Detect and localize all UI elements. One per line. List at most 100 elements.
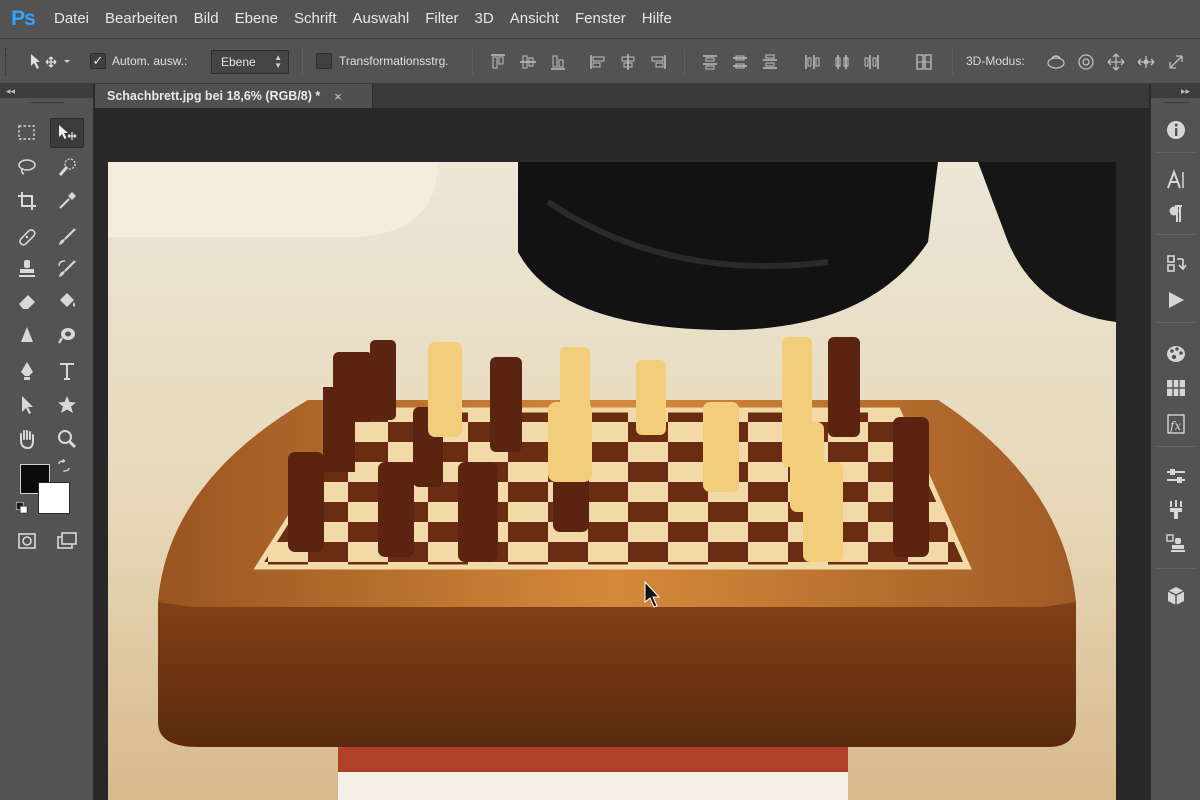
custom-shape-tool[interactable]: [50, 390, 84, 420]
canvas-area[interactable]: [95, 108, 1149, 800]
dock-collapse-bar[interactable]: ▸▸: [1151, 84, 1200, 98]
menu-ansicht[interactable]: Ansicht: [502, 0, 567, 38]
chessboard-photo: [108, 162, 1116, 800]
eraser-tool[interactable]: [10, 286, 44, 316]
3d-rotate-icon[interactable]: [1046, 52, 1066, 72]
auto-select-checkbox[interactable]: ✓: [90, 53, 106, 69]
transform-controls-checkbox[interactable]: [316, 53, 332, 69]
screen-mode-icon: [57, 532, 77, 549]
menu-fenster[interactable]: Fenster: [567, 0, 634, 38]
quick-selection-tool[interactable]: [50, 152, 84, 182]
swatches-icon[interactable]: [1164, 376, 1188, 400]
auto-select-option: ✓ Autom. ausw.:: [90, 53, 187, 69]
distribute-left-edges-icon[interactable]: [802, 52, 822, 72]
zoom-icon: [58, 430, 77, 449]
menu-ebene[interactable]: Ebene: [227, 0, 286, 38]
menu-datei[interactable]: Datei: [46, 0, 97, 38]
align-bottom-edges-icon[interactable]: [548, 52, 568, 72]
menu-filter[interactable]: Filter: [417, 0, 466, 38]
document-tab-bar: Schachbrett.jpg bei 18,6% (RGB/8) * ×: [95, 84, 1149, 108]
align-top-edges-icon[interactable]: [488, 52, 508, 72]
document-tab-title: Schachbrett.jpg bei 18,6% (RGB/8) *: [107, 89, 321, 103]
distribute-top-edges-icon[interactable]: [700, 52, 720, 72]
rectangular-marquee-icon: [18, 125, 35, 140]
3d-pan-icon[interactable]: [1106, 52, 1126, 72]
screen-mode-button[interactable]: [50, 526, 84, 556]
dodge-icon: [58, 328, 75, 344]
eraser-icon: [19, 295, 35, 309]
distribute-right-edges-icon[interactable]: [862, 52, 882, 72]
close-icon[interactable]: ×: [334, 89, 342, 104]
menu-hilfe[interactable]: Hilfe: [634, 0, 680, 38]
mode-3d-label: 3D-Modus:: [966, 54, 1025, 68]
hand-tool[interactable]: [10, 424, 44, 454]
clone-stamp-tool[interactable]: [10, 254, 44, 284]
healing-brush-tool[interactable]: [10, 222, 44, 252]
info-icon[interactable]: [1164, 118, 1188, 142]
menu-bearbeiten[interactable]: Bearbeiten: [97, 0, 186, 38]
blur-tool[interactable]: [10, 320, 44, 350]
actions-icon[interactable]: [1164, 288, 1188, 312]
dock-grip[interactable]: [1163, 102, 1188, 108]
marquee-tool[interactable]: [10, 118, 44, 148]
3d-icon[interactable]: [1164, 584, 1188, 608]
menu-schrift[interactable]: Schrift: [286, 0, 345, 38]
distribute-horizontal-centers-icon[interactable]: [832, 52, 852, 72]
document-image[interactable]: [108, 162, 1116, 800]
distribute-bottom-edges-icon[interactable]: [760, 52, 780, 72]
crop-tool[interactable]: [10, 186, 44, 216]
tools-collapse-bar[interactable]: ◂◂: [0, 84, 93, 98]
separator: [302, 49, 303, 75]
menu-bild[interactable]: Bild: [186, 0, 227, 38]
options-bar-grip[interactable]: [5, 48, 8, 76]
history-brush-tool[interactable]: [50, 254, 84, 284]
path-selection-tool[interactable]: [10, 390, 44, 420]
3d-slide-icon[interactable]: [1136, 52, 1156, 72]
document-tab[interactable]: Schachbrett.jpg bei 18,6% (RGB/8) * ×: [95, 84, 373, 108]
transform-controls-option: Transformationsstrg.: [316, 53, 449, 69]
menu-auswahl[interactable]: Auswahl: [345, 0, 418, 38]
styles-icon[interactable]: fx: [1164, 412, 1188, 436]
align-right-edges-icon[interactable]: [648, 52, 668, 72]
auto-select-target-dropdown[interactable]: Ebene ▲ ▼: [211, 50, 289, 74]
tools-grip[interactable]: [30, 102, 63, 108]
brush-tool[interactable]: [50, 222, 84, 252]
paragraph-icon[interactable]: [1164, 202, 1188, 226]
adjustments-icon[interactable]: [1164, 464, 1188, 488]
character-icon[interactable]: [1164, 168, 1188, 192]
3d-roll-icon[interactable]: [1076, 52, 1096, 72]
background-color-swatch[interactable]: [38, 482, 70, 514]
quick-mask-icon: [18, 533, 36, 549]
3d-scale-icon[interactable]: [1166, 52, 1186, 72]
separator: [684, 49, 685, 75]
tool-preset-picker[interactable]: [28, 51, 74, 73]
zoom-tool[interactable]: [50, 424, 84, 454]
lasso-tool[interactable]: [10, 152, 44, 182]
default-colors-icon: [15, 501, 28, 514]
type-tool[interactable]: [50, 356, 84, 386]
menu-bar: Ps Datei Bearbeiten Bild Ebene Schrift A…: [0, 0, 1200, 38]
dodge-tool[interactable]: [50, 320, 84, 350]
align-left-edges-icon[interactable]: [588, 52, 608, 72]
eyedropper-icon: [59, 192, 76, 209]
move-tool[interactable]: [50, 118, 84, 148]
clone-source-icon[interactable]: [1164, 532, 1188, 556]
color-icon[interactable]: [1164, 342, 1188, 366]
align-horizontal-centers-icon[interactable]: [618, 52, 638, 72]
align-vertical-centers-icon[interactable]: [518, 52, 538, 72]
paint-bucket-tool[interactable]: [50, 286, 84, 316]
separator: [1155, 234, 1197, 235]
separator: [1155, 322, 1197, 323]
eyedropper-tool[interactable]: [50, 186, 84, 216]
auto-select-label: Autom. ausw.:: [112, 54, 188, 68]
auto-align-layers-icon[interactable]: [914, 52, 934, 72]
menu-3d[interactable]: 3D: [467, 0, 502, 38]
brush-panel-icon[interactable]: [1164, 498, 1188, 522]
move-icon: [59, 125, 77, 140]
default-colors-button[interactable]: [12, 498, 32, 518]
quick-mask-button[interactable]: [10, 526, 44, 556]
swap-colors-button[interactable]: [54, 456, 74, 476]
pen-tool[interactable]: [10, 356, 44, 386]
history-icon[interactable]: [1164, 252, 1188, 276]
distribute-vertical-centers-icon[interactable]: [730, 52, 750, 72]
